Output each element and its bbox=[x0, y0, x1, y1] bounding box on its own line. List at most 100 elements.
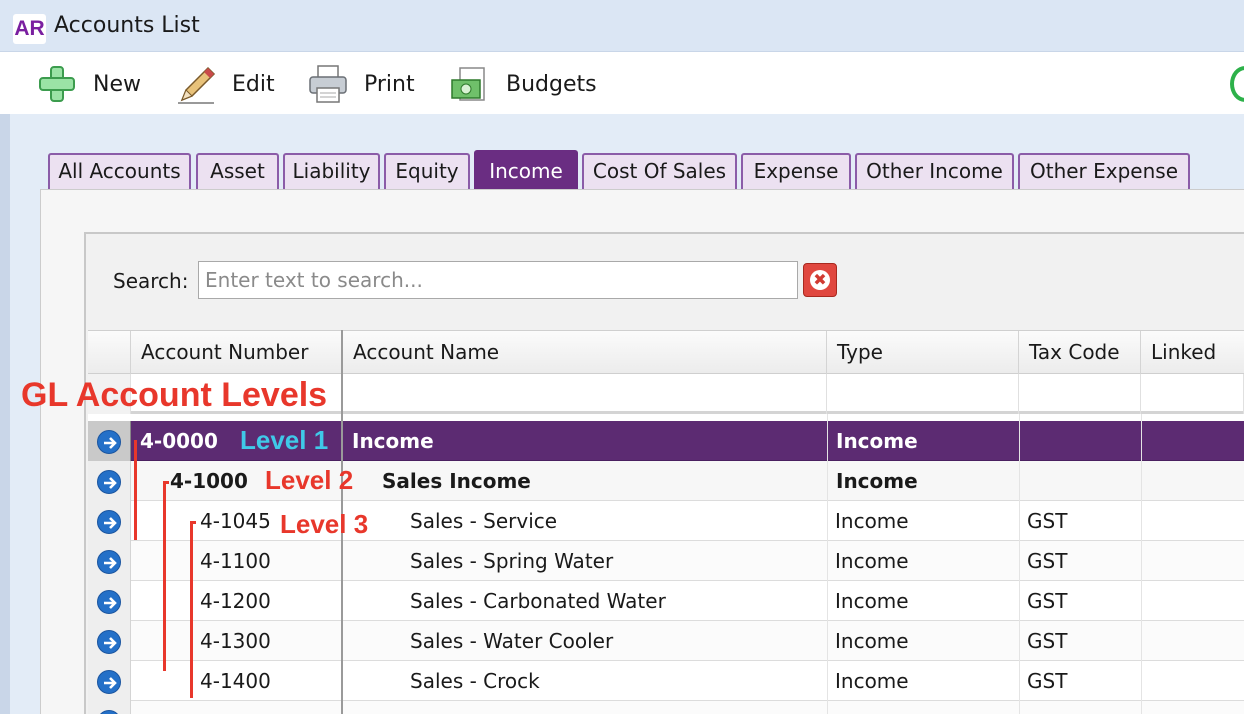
annotation-level-2: Level 2 bbox=[265, 465, 354, 495]
refresh-icon[interactable] bbox=[1230, 66, 1244, 102]
tax-code: GST bbox=[1027, 549, 1068, 573]
row-selector bbox=[88, 581, 131, 621]
account-number: 4-1400 bbox=[200, 669, 271, 693]
header-type[interactable]: Type bbox=[827, 331, 1019, 375]
account-name: Sales Income bbox=[382, 469, 531, 493]
arrow-right-circle-icon[interactable] bbox=[97, 670, 121, 694]
account-type: Income bbox=[836, 469, 918, 493]
account-name: Sales - Spring Water bbox=[410, 549, 614, 573]
account-number: 4-1000 bbox=[170, 469, 248, 493]
filter-cell[interactable] bbox=[1019, 374, 1141, 414]
filter-cell[interactable] bbox=[1141, 374, 1244, 414]
arrow-right-circle-icon[interactable] bbox=[97, 550, 121, 574]
table-row[interactable] bbox=[88, 701, 1244, 714]
pencil-icon bbox=[174, 62, 218, 106]
table-row[interactable]: 4-1045 Sales - Service Income GST bbox=[88, 501, 1244, 541]
tab-liability[interactable]: Liability bbox=[283, 153, 380, 189]
close-icon: ✖ bbox=[810, 270, 830, 290]
column-divider bbox=[1019, 414, 1020, 714]
title-bar: AR Accounts List bbox=[0, 0, 1244, 52]
budgets-button[interactable]: Budgets bbox=[448, 62, 597, 106]
row-selector bbox=[88, 421, 131, 461]
arrow-right-circle-icon[interactable] bbox=[97, 470, 121, 494]
annotation-line-level-1 bbox=[134, 440, 137, 540]
print-label: Print bbox=[364, 71, 415, 97]
column-divider bbox=[1141, 414, 1142, 714]
printer-icon bbox=[306, 62, 350, 106]
money-icon bbox=[448, 62, 492, 106]
table-row[interactable]: 4-1000 Sales Income Income bbox=[88, 461, 1244, 501]
table-row[interactable]: 4-1300 Sales - Water Cooler Income GST bbox=[88, 621, 1244, 661]
new-button[interactable]: New bbox=[35, 62, 141, 106]
search-label: Search: bbox=[113, 269, 189, 293]
arrow-right-circle-icon[interactable] bbox=[97, 430, 121, 454]
account-name: Income bbox=[352, 429, 434, 453]
tab-income[interactable]: Income bbox=[474, 150, 578, 190]
window-title: Accounts List bbox=[54, 13, 200, 38]
row-selector bbox=[88, 661, 131, 701]
tax-code: GST bbox=[1027, 509, 1068, 533]
tab-other-income[interactable]: Other Income bbox=[855, 153, 1014, 189]
account-name: Sales - Service bbox=[410, 509, 558, 533]
edit-label: Edit bbox=[232, 71, 275, 97]
tab-all-accounts[interactable]: All Accounts bbox=[48, 153, 191, 189]
header-account-name[interactable]: Account Name bbox=[342, 331, 827, 375]
annotation-tick-level-2 bbox=[163, 481, 169, 484]
grid-header: Account Number Account Name Type Tax Cod… bbox=[88, 330, 1244, 375]
account-name: Sales - Carbonated Water bbox=[410, 589, 666, 613]
account-type: Income bbox=[835, 509, 909, 533]
table-row[interactable]: 4-1200 Sales - Carbonated Water Income G… bbox=[88, 581, 1244, 621]
account-name: Sales - Water Cooler bbox=[410, 629, 614, 653]
filter-cell[interactable] bbox=[342, 374, 827, 414]
header-selector bbox=[88, 331, 131, 375]
table-row[interactable]: 4-1100 Sales - Spring Water Income GST bbox=[88, 541, 1244, 581]
account-name: Sales - Crock bbox=[410, 669, 540, 693]
account-number: 4-1100 bbox=[200, 549, 271, 573]
print-button[interactable]: Print bbox=[306, 62, 415, 106]
account-number: 4-1200 bbox=[200, 589, 271, 613]
tax-code: GST bbox=[1027, 629, 1068, 653]
header-linked[interactable]: Linked bbox=[1141, 331, 1244, 375]
app-logo: AR bbox=[13, 14, 46, 44]
account-type: Income bbox=[835, 629, 909, 653]
search-input[interactable] bbox=[198, 261, 798, 299]
header-tax-code[interactable]: Tax Code bbox=[1019, 331, 1141, 375]
row-selector bbox=[88, 541, 131, 581]
account-type: Income bbox=[836, 429, 918, 453]
arrow-right-circle-icon[interactable] bbox=[97, 630, 121, 654]
arrow-right-circle-icon[interactable] bbox=[97, 590, 121, 614]
tab-equity[interactable]: Equity bbox=[384, 153, 470, 189]
filter-cell[interactable] bbox=[827, 374, 1019, 414]
annotation-line-level-2 bbox=[163, 481, 166, 671]
account-number: 4-0000 bbox=[140, 429, 218, 453]
annotation-line-level-3 bbox=[190, 521, 193, 698]
tax-code: GST bbox=[1027, 669, 1068, 693]
arrow-right-circle-icon[interactable] bbox=[97, 510, 121, 534]
header-account-number[interactable]: Account Number bbox=[131, 331, 342, 375]
annotation-tick-level-3 bbox=[190, 521, 196, 524]
toolbar: New Edit Print Budgets bbox=[10, 52, 1244, 114]
annotation-level-1: Level 1 bbox=[240, 425, 329, 455]
row-selector bbox=[88, 461, 131, 501]
budgets-label: Budgets bbox=[506, 71, 597, 97]
annotation-title: GL Account Levels bbox=[21, 376, 328, 414]
window-border bbox=[0, 114, 10, 714]
tab-asset[interactable]: Asset bbox=[196, 153, 279, 189]
new-label: New bbox=[93, 71, 141, 97]
row-selector bbox=[88, 501, 131, 541]
plus-icon bbox=[35, 62, 79, 106]
row-selector bbox=[88, 701, 131, 714]
tax-code: GST bbox=[1027, 589, 1068, 613]
clear-search-button[interactable]: ✖ bbox=[803, 263, 837, 297]
tab-cost-of-sales[interactable]: Cost Of Sales bbox=[582, 153, 737, 189]
account-type: Income bbox=[835, 669, 909, 693]
annotation-level-3: Level 3 bbox=[280, 509, 369, 539]
tab-expense[interactable]: Expense bbox=[741, 153, 851, 189]
arrow-right-circle-icon[interactable] bbox=[97, 710, 121, 714]
tab-other-expense[interactable]: Other Expense bbox=[1018, 153, 1190, 189]
row-selector bbox=[88, 621, 131, 661]
table-row[interactable]: 4-1400 Sales - Crock Income GST bbox=[88, 661, 1244, 701]
account-type: Income bbox=[835, 549, 909, 573]
edit-button[interactable]: Edit bbox=[174, 62, 275, 106]
account-number: 4-1300 bbox=[200, 629, 271, 653]
